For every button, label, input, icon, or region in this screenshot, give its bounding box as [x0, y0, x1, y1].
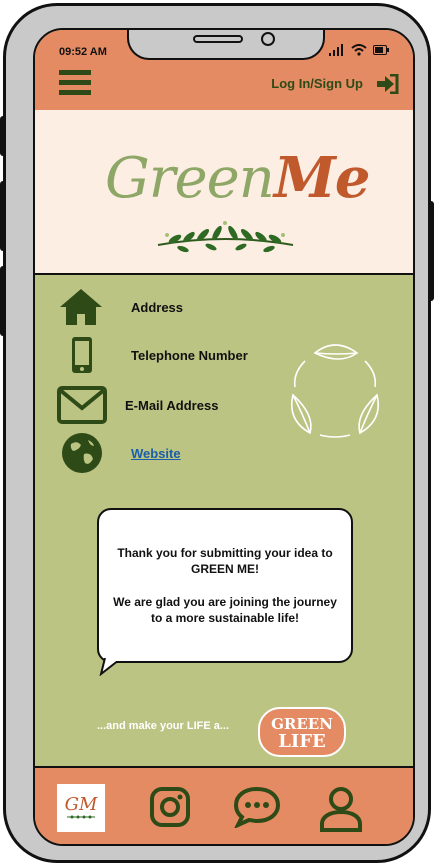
- telephone-label: Telephone Number: [131, 347, 248, 363]
- hamburger-menu-icon[interactable]: [59, 70, 91, 96]
- status-icons: [329, 44, 389, 56]
- website-link[interactable]: Website: [131, 446, 181, 461]
- camera: [261, 32, 275, 46]
- sign-in-icon[interactable]: [375, 74, 399, 94]
- battery-icon: [373, 45, 389, 55]
- leaves-decoration-icon: [157, 221, 294, 253]
- recycle-leaves-icon: [291, 344, 379, 438]
- login-signup-link[interactable]: Log In/Sign Up: [271, 76, 363, 91]
- badge-line-2: LIFE: [278, 731, 326, 752]
- side-button: [0, 266, 6, 336]
- speaker: [193, 35, 243, 43]
- side-button: [0, 116, 6, 156]
- logo-me-text: Me: [273, 145, 371, 211]
- status-time: 09:52 AM: [59, 46, 107, 58]
- screen: 09:52 AM Log In/Sign Up GreenMe Address …: [33, 28, 415, 846]
- wifi-icon: [351, 44, 367, 56]
- logo-leaves-icon: [67, 815, 95, 819]
- gm-logo-text: GM: [64, 794, 98, 815]
- green-life-badge: GREEN LIFE: [258, 707, 346, 757]
- confirmation-text: Thank you for submitting your idea to GR…: [113, 546, 337, 625]
- globe-icon: [62, 433, 102, 473]
- contact-website: Website: [61, 432, 181, 474]
- brand-logo: GreenMe: [105, 150, 370, 207]
- speech-bubble-tail: [99, 658, 120, 676]
- address-label: Address: [131, 299, 184, 315]
- home-icon: [60, 289, 102, 325]
- contact-email: E-Mail Address: [57, 386, 218, 424]
- tagline-text: ...and make your LIFE a...: [97, 720, 230, 732]
- email-label: E-Mail Address: [125, 397, 219, 413]
- gm-logo[interactable]: GM: [57, 784, 105, 832]
- logo-green-text: Green: [105, 146, 275, 211]
- confirmation-message: Thank you for submitting your idea to GR…: [97, 508, 353, 663]
- contact-telephone: Telephone Number: [71, 336, 248, 374]
- phone-icon: [72, 337, 92, 373]
- contact-address: Address: [59, 288, 183, 326]
- footer-nav: GM: [35, 766, 413, 844]
- signal-icon: [329, 44, 343, 56]
- chat-icon[interactable]: [233, 786, 281, 828]
- profile-icon[interactable]: [319, 786, 363, 832]
- mail-icon: [57, 386, 107, 424]
- brand-banner: GreenMe: [35, 110, 413, 275]
- instagram-icon[interactable]: [149, 786, 191, 828]
- side-button: [0, 181, 6, 251]
- phone-frame: 09:52 AM Log In/Sign Up GreenMe Address …: [0, 3, 434, 863]
- phone-notch: [127, 30, 325, 60]
- power-button: [428, 201, 434, 301]
